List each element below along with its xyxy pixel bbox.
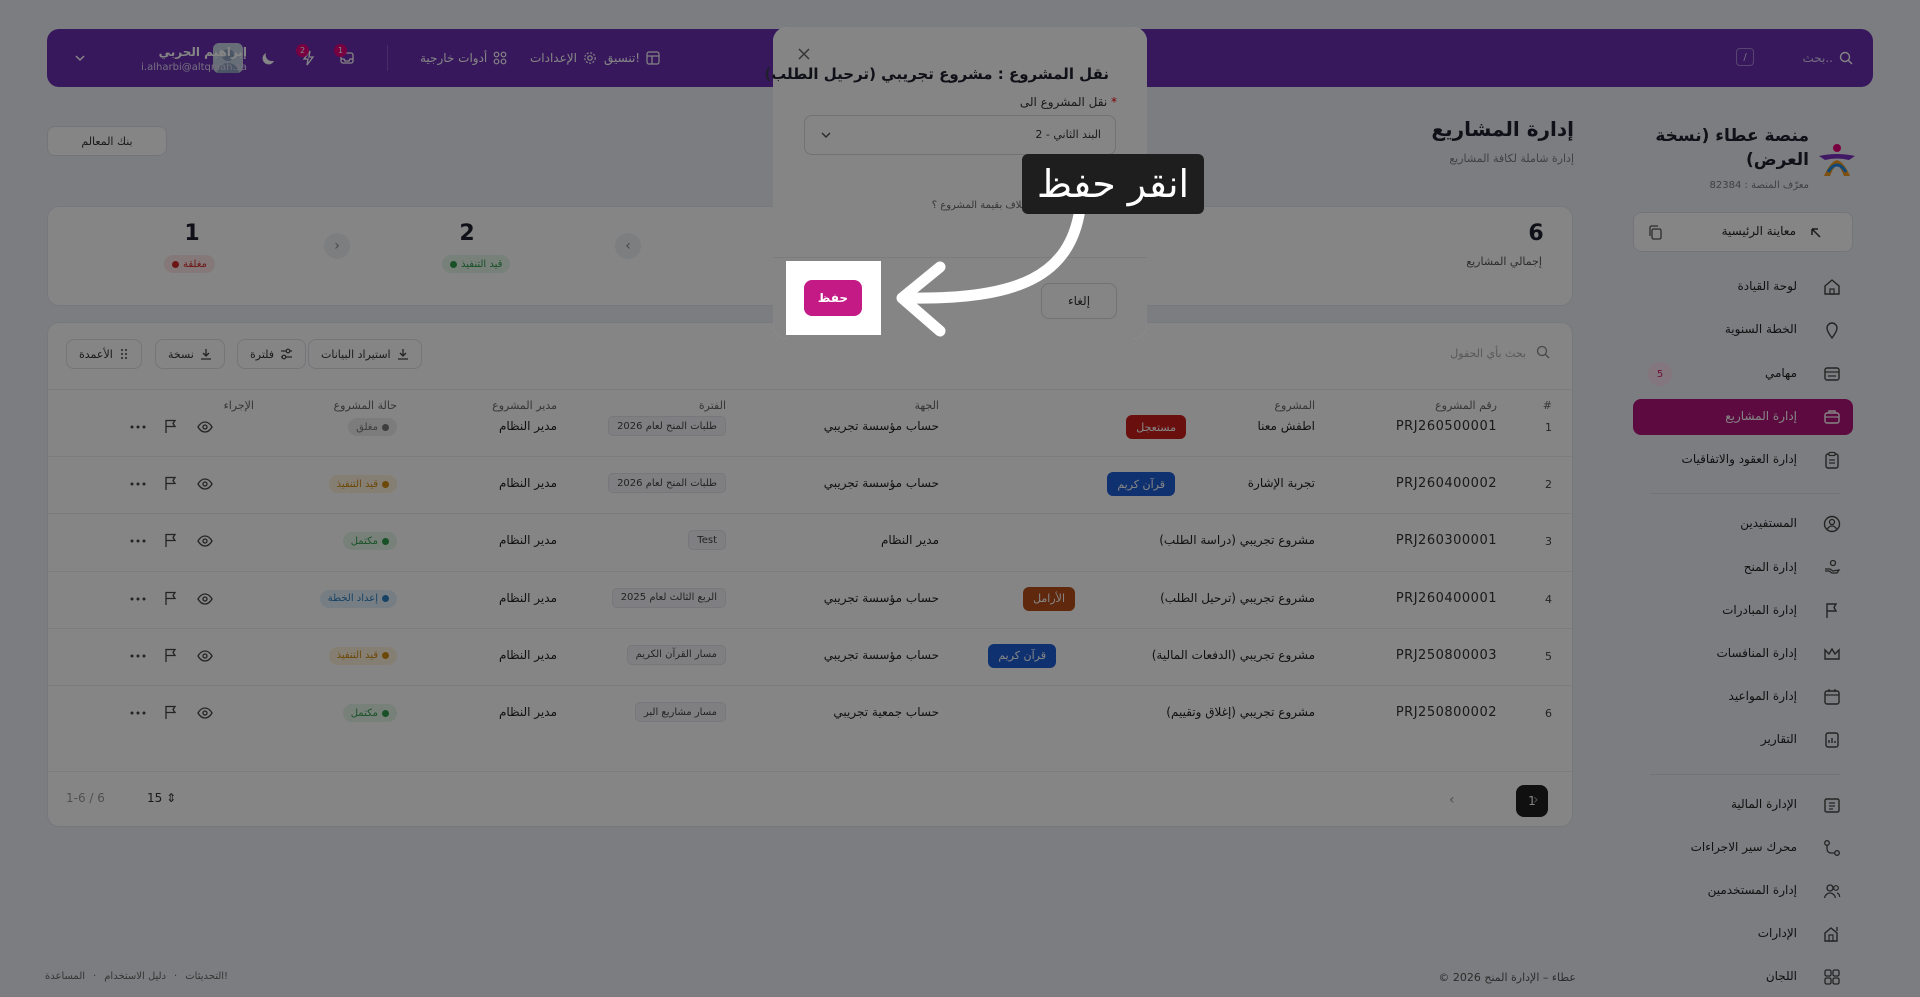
save-button[interactable]: حفظ: [804, 280, 862, 316]
instruction-callout: انقر حفظ: [1022, 154, 1204, 214]
pointer-arrow: [896, 205, 1086, 337]
